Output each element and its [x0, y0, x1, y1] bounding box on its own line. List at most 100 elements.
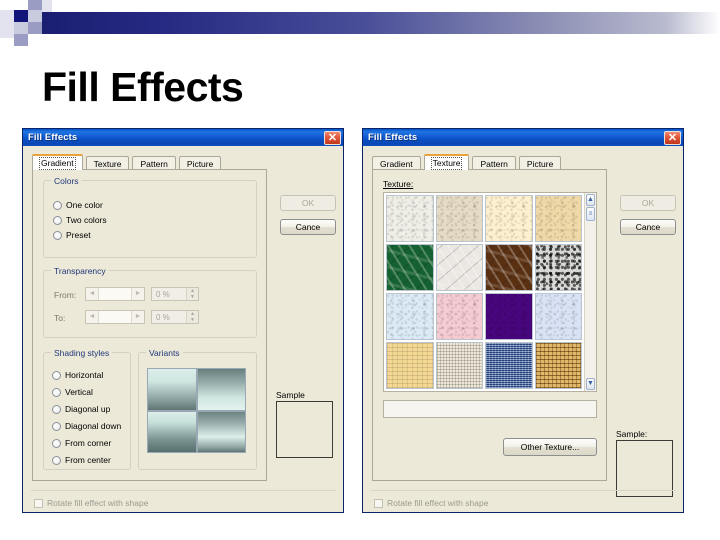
radio-diagonal-down[interactable]: Diagonal down	[52, 421, 121, 431]
transparency-to-label: To:	[54, 313, 66, 323]
cancel-button[interactable]: Cance	[620, 219, 676, 235]
titlebar[interactable]: Fill Effects ✕	[23, 129, 343, 146]
texture-swatch-blue-tissue[interactable]	[386, 293, 434, 340]
texture-swatch-granite[interactable]	[534, 244, 582, 291]
sample-preview	[616, 440, 673, 497]
transparency-from-spinner[interactable]: 0 % ▲ ▼	[151, 287, 199, 301]
variants-group-title: Variants	[146, 348, 183, 358]
ok-button[interactable]: OK	[280, 195, 336, 211]
rotate-fill-checkbox-row[interactable]: Rotate fill effect with shape	[374, 498, 488, 508]
texture-listbox[interactable]: ▲ ≡ ▼	[383, 192, 597, 392]
chevron-right-icon[interactable]: ►	[132, 288, 144, 300]
scrollbar-track[interactable]	[585, 221, 596, 377]
texture-swatch-sand[interactable]	[534, 195, 582, 242]
scroll-down-icon[interactable]: ▼	[586, 378, 595, 390]
variant-swatch-bottom-left[interactable]	[148, 411, 196, 452]
radio-horizontal[interactable]: Horizontal	[52, 370, 103, 380]
checkbox-icon[interactable]	[374, 498, 383, 508]
radio-vertical-label: Vertical	[65, 387, 93, 397]
radio-preset[interactable]: Preset	[53, 230, 91, 240]
texture-scrollbar[interactable]: ▲ ≡ ▼	[584, 193, 596, 391]
variant-swatch-top-left[interactable]	[148, 369, 196, 410]
texture-label: Texture:	[383, 179, 413, 189]
other-texture-button[interactable]: Other Texture...	[503, 438, 597, 456]
header-square-6	[28, 22, 42, 34]
dialog-body: Gradient Texture Pattern Picture Colors …	[23, 146, 343, 512]
radio-from-corner-label: From corner	[65, 438, 112, 448]
texture-swatch-green-marble[interactable]	[386, 244, 434, 291]
texture-swatch-brown-marble[interactable]	[485, 244, 533, 291]
variant-swatch-bottom-right[interactable]	[197, 411, 245, 452]
texture-swatch-parchment[interactable]	[485, 195, 533, 242]
chevron-left-icon[interactable]: ◄	[86, 311, 98, 323]
texture-swatch-white-marble[interactable]	[435, 244, 483, 291]
tab-picture[interactable]: Picture	[518, 156, 562, 170]
tab-picture[interactable]: Picture	[178, 156, 222, 170]
spinner-buttons[interactable]: ▲ ▼	[186, 288, 198, 300]
tabpage-gradient: Colors One color Two colors Preset Trans…	[32, 169, 267, 481]
radio-two-colors[interactable]: Two colors	[53, 215, 107, 225]
transparency-from-value: 0 %	[156, 289, 170, 299]
radio-one-color[interactable]: One color	[53, 200, 103, 210]
texture-swatch-recycled-paper[interactable]	[435, 195, 483, 242]
chevron-right-icon[interactable]: ►	[132, 311, 144, 323]
cancel-button[interactable]: Cance	[280, 219, 336, 235]
checkbox-icon[interactable]	[34, 498, 43, 508]
rotate-fill-checkbox-label: Rotate fill effect with shape	[387, 498, 489, 508]
radio-vertical[interactable]: Vertical	[52, 387, 93, 397]
ok-button[interactable]: OK	[620, 195, 676, 211]
texture-swatch-bouquet[interactable]	[534, 293, 582, 340]
variant-swatch-top-right[interactable]	[197, 369, 245, 410]
header-square-2	[0, 24, 14, 38]
transparency-to-spinner[interactable]: 0 % ▲ ▼	[151, 310, 199, 324]
close-icon[interactable]: ✕	[324, 130, 341, 145]
rotate-fill-checkbox-row[interactable]: Rotate fill effect with shape	[34, 498, 148, 508]
tab-pattern[interactable]: Pattern	[472, 156, 516, 170]
transparency-group: Transparency	[43, 266, 257, 338]
spin-down-icon[interactable]: ▼	[187, 317, 198, 323]
texture-name-field[interactable]	[383, 400, 597, 418]
tab-texture[interactable]: Texture	[423, 154, 470, 170]
texture-swatch-purple-mesh[interactable]	[485, 293, 533, 340]
texture-swatch-woven-mat[interactable]	[534, 342, 582, 389]
texture-swatch-canvas[interactable]	[435, 342, 483, 389]
spinner-buttons[interactable]: ▲ ▼	[186, 311, 198, 323]
radio-from-center[interactable]: From center	[52, 455, 111, 465]
footer-divider	[31, 490, 336, 491]
titlebar[interactable]: Fill Effects ✕	[363, 129, 683, 146]
chevron-left-icon[interactable]: ◄	[86, 288, 98, 300]
variants-grid	[147, 368, 246, 453]
radio-icon	[52, 455, 61, 465]
radio-icon	[52, 404, 61, 414]
tabstrip: Gradient Texture Pattern Picture	[32, 154, 224, 170]
radio-from-center-label: From center	[65, 455, 111, 465]
header-square-9	[42, 0, 52, 12]
texture-swatch-denim[interactable]	[485, 342, 533, 389]
texture-swatch-newsprint[interactable]	[386, 195, 434, 242]
tab-texture[interactable]: Texture	[85, 156, 130, 170]
spin-down-icon[interactable]: ▼	[187, 294, 198, 300]
slider-track[interactable]	[98, 288, 132, 300]
transparency-from-slider[interactable]: ◄ ►	[85, 287, 145, 301]
radio-icon	[52, 421, 61, 431]
tab-gradient[interactable]: Gradient	[32, 154, 83, 170]
sample-preview	[276, 401, 333, 458]
header-square-3	[14, 10, 28, 22]
texture-swatch-grid[interactable]	[384, 193, 584, 391]
texture-swatch-papyrus[interactable]	[386, 342, 434, 389]
transparency-to-slider[interactable]: ◄ ►	[85, 310, 145, 324]
scroll-up-icon[interactable]: ▲	[586, 194, 595, 206]
sample-label: Sample:	[616, 429, 648, 439]
close-icon[interactable]: ✕	[664, 130, 681, 145]
slider-track[interactable]	[98, 311, 132, 323]
tab-pattern[interactable]: Pattern	[132, 156, 176, 170]
rotate-fill-checkbox-label: Rotate fill effect with shape	[47, 498, 149, 508]
radio-diagonal-up[interactable]: Diagonal up	[52, 404, 110, 414]
tab-gradient[interactable]: Gradient	[372, 156, 421, 170]
texture-swatch-pink-tissue[interactable]	[435, 293, 483, 340]
radio-from-corner[interactable]: From corner	[52, 438, 111, 448]
radio-icon	[52, 387, 61, 397]
tabstrip: Gradient Texture Pattern Picture	[372, 154, 564, 170]
scrollbar-thumb[interactable]: ≡	[586, 207, 595, 221]
fill-effects-dialog-gradient: Fill Effects ✕ Gradient Texture Pattern …	[22, 128, 344, 513]
